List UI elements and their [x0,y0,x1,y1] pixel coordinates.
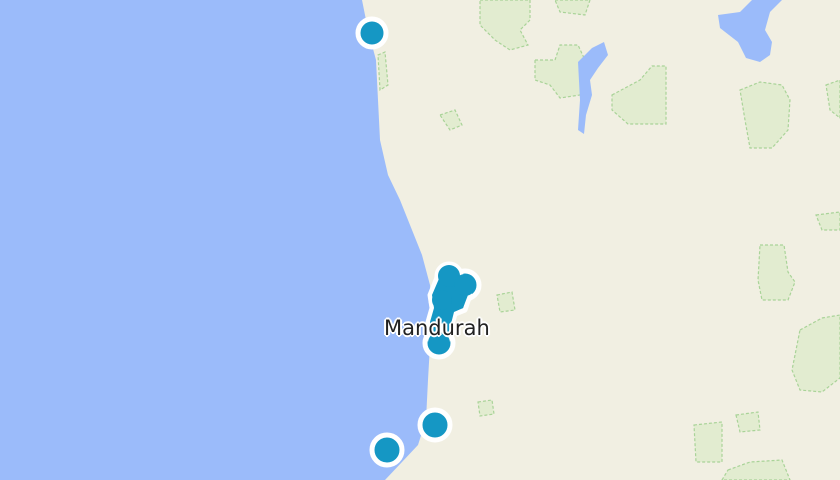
map-canvas[interactable] [0,0,840,480]
map-marker[interactable] [369,432,405,468]
park [735,411,761,433]
map-marker[interactable] [417,407,453,443]
park [477,399,495,417]
park [496,291,516,313]
ocean [0,0,432,480]
map-marker[interactable] [355,16,389,50]
park [693,421,723,463]
